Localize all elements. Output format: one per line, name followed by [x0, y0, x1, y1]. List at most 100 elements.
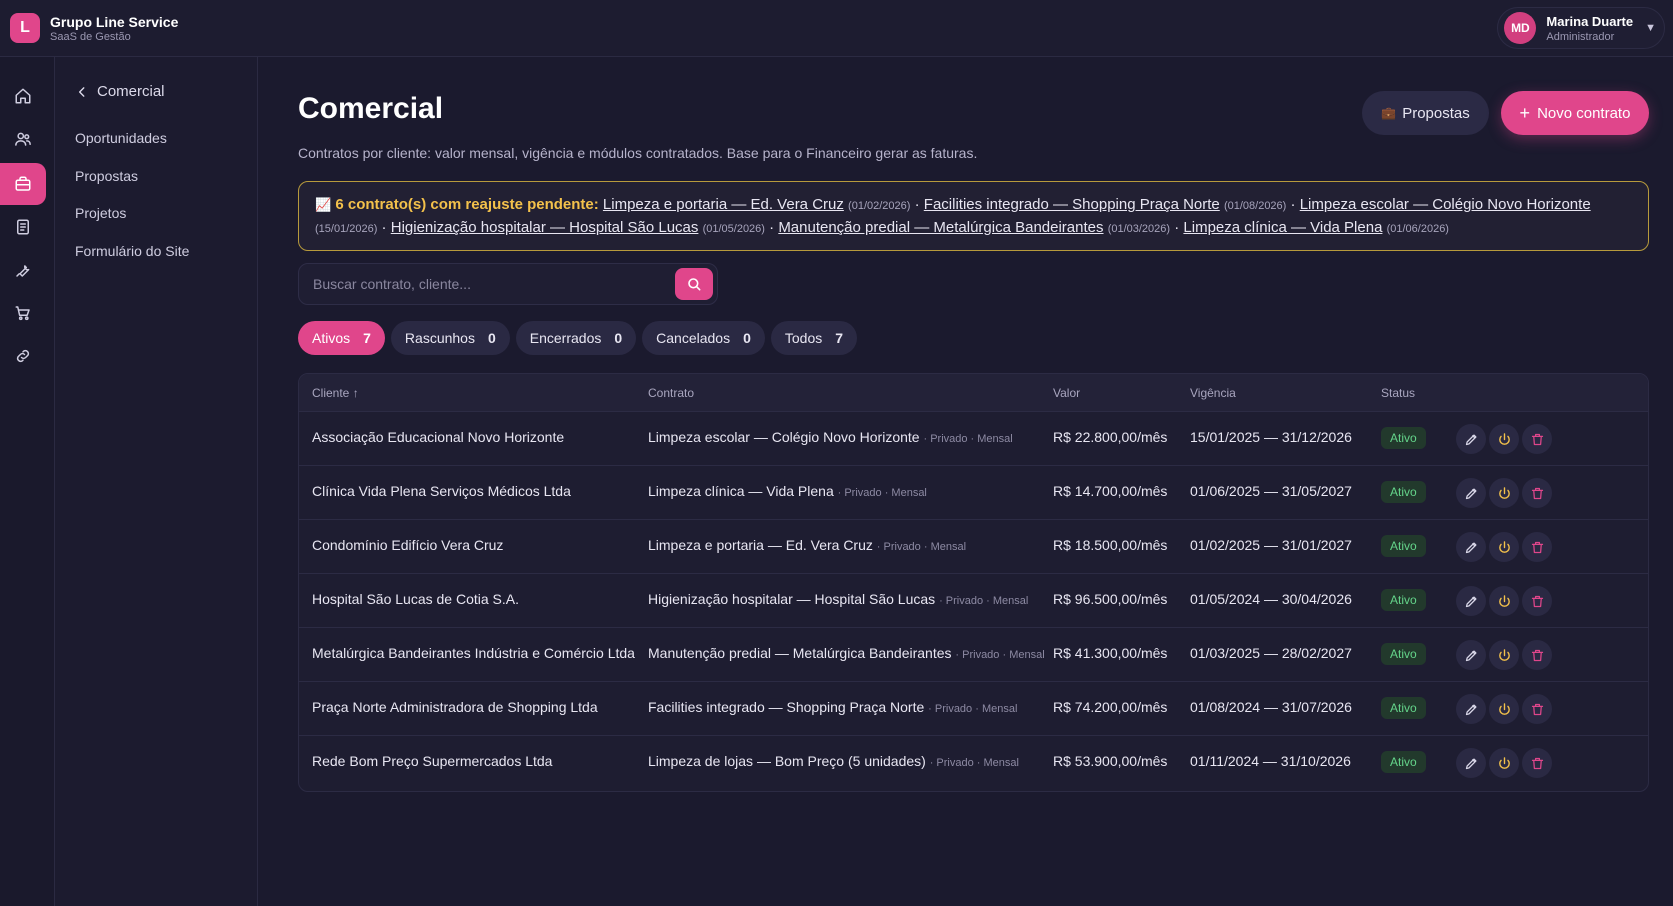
- deactivate-button[interactable]: [1489, 424, 1519, 454]
- delete-button[interactable]: [1522, 424, 1552, 454]
- contract-name: Limpeza e portaria — Ed. Vera Cruz: [648, 537, 873, 553]
- subnav-item-projects[interactable]: Projetos: [75, 205, 126, 221]
- table-row[interactable]: Condomínio Edifício Vera Cruz Limpeza e …: [299, 520, 1648, 574]
- contract-meta: · Privado · Mensal: [939, 595, 1029, 607]
- deactivate-button[interactable]: [1489, 694, 1519, 724]
- user-name: Marina Duarte: [1546, 13, 1634, 29]
- rail-item-home[interactable]: [0, 75, 46, 117]
- edit-button[interactable]: [1456, 532, 1486, 562]
- deactivate-button[interactable]: [1489, 640, 1519, 670]
- alert-link[interactable]: Manutenção predial — Metalúrgica Bandeir…: [778, 219, 1103, 236]
- contract-name: Manutenção predial — Metalúrgica Bandeir…: [648, 645, 952, 661]
- tab-count: 7: [835, 330, 844, 346]
- cell-client: Metalúrgica Bandeirantes Indústria e Com…: [312, 645, 635, 661]
- rail-item-commercial[interactable]: [0, 163, 46, 205]
- cell-contract: Manutenção predial — Metalúrgica Bandeir…: [648, 645, 1045, 661]
- table-row[interactable]: Metalúrgica Bandeirantes Indústria e Com…: [299, 628, 1648, 682]
- rail-item-documents[interactable]: [0, 206, 46, 248]
- delete-button[interactable]: [1522, 478, 1552, 508]
- tab-label: Cancelados: [656, 330, 731, 346]
- cell-term: 01/11/2024 — 31/10/2026: [1190, 753, 1351, 769]
- proposals-button[interactable]: 💼 Propostas: [1362, 91, 1489, 135]
- search-input[interactable]: [313, 264, 653, 304]
- new-contract-button[interactable]: + Novo contrato: [1501, 91, 1649, 135]
- cell-value: R$ 41.300,00/mês: [1053, 645, 1168, 661]
- power-icon: [1498, 648, 1510, 661]
- alert-link[interactable]: Limpeza e portaria — Ed. Vera Cruz: [603, 196, 844, 213]
- brand[interactable]: L Grupo Line Service SaaS de Gestão: [0, 13, 178, 43]
- tab-label: Rascunhos: [404, 330, 475, 346]
- alert-link[interactable]: Higienização hospitalar — Hospital São L…: [391, 219, 699, 236]
- cell-term: 01/06/2025 — 31/05/2027: [1190, 483, 1352, 499]
- trash-icon: [1531, 541, 1543, 553]
- edit-button[interactable]: [1456, 640, 1486, 670]
- delete-button[interactable]: [1522, 694, 1552, 724]
- table-row[interactable]: Associação Educacional Novo Horizonte Li…: [299, 412, 1648, 466]
- delete-button[interactable]: [1522, 532, 1552, 562]
- cell-value: R$ 18.500,00/mês: [1053, 537, 1168, 553]
- table-row[interactable]: Rede Bom Preço Supermercados Ltda Limpez…: [299, 736, 1648, 790]
- document-icon: [17, 219, 29, 235]
- column-header-status[interactable]: Status: [1381, 386, 1415, 400]
- tab-cancelled[interactable]: Cancelados 0: [642, 321, 765, 355]
- table-row[interactable]: Praça Norte Administradora de Shopping L…: [299, 682, 1648, 736]
- deactivate-button[interactable]: [1489, 532, 1519, 562]
- tab-label: Todos: [784, 330, 823, 346]
- brand-logo: L: [10, 13, 40, 43]
- delete-button[interactable]: [1522, 586, 1552, 616]
- deactivate-button[interactable]: [1489, 478, 1519, 508]
- delete-button[interactable]: [1522, 640, 1552, 670]
- alert-link[interactable]: Limpeza escolar — Colégio Novo Horizonte: [1300, 196, 1591, 213]
- tab-label: Encerrados: [529, 330, 602, 346]
- cell-value: R$ 96.500,00/mês: [1053, 591, 1168, 607]
- tab-active[interactable]: Ativos 7: [298, 321, 385, 355]
- edit-button[interactable]: [1456, 694, 1486, 724]
- column-header-contract[interactable]: Contrato: [648, 386, 694, 400]
- cell-term: 01/02/2025 — 31/01/2027: [1190, 537, 1352, 553]
- tab-closed[interactable]: Encerrados 0: [515, 321, 637, 355]
- column-header-client[interactable]: Cliente ↑: [312, 386, 359, 400]
- rail-item-tools[interactable]: [0, 249, 46, 291]
- edit-button[interactable]: [1456, 748, 1486, 778]
- user-menu[interactable]: MD Marina Duarte Administrador ▼: [1497, 7, 1665, 49]
- subnav-item-site-form[interactable]: Formulário do Site: [75, 243, 189, 259]
- subnav-item-opportunities[interactable]: Oportunidades: [75, 130, 167, 146]
- home-icon: [15, 88, 31, 104]
- edit-button[interactable]: [1456, 478, 1486, 508]
- rail-item-users[interactable]: [0, 118, 46, 160]
- column-header-value[interactable]: Valor: [1053, 386, 1080, 400]
- table-row[interactable]: Clínica Vida Plena Serviços Médicos Ltda…: [299, 466, 1648, 520]
- pencil-icon: [1465, 488, 1476, 499]
- cell-contract: Higienização hospitalar — Hospital São L…: [648, 591, 1028, 607]
- power-icon: [1498, 594, 1510, 607]
- table-body: Associação Educacional Novo Horizonte Li…: [299, 412, 1648, 790]
- rail-item-cart[interactable]: [0, 292, 46, 334]
- trash-icon: [1531, 703, 1543, 715]
- search-icon: [688, 278, 701, 291]
- tab-count: 0: [487, 330, 496, 346]
- search-button[interactable]: [675, 268, 713, 300]
- proposals-button-label: Propostas: [1402, 104, 1470, 122]
- deactivate-button[interactable]: [1489, 586, 1519, 616]
- rail-item-integrations[interactable]: [0, 335, 46, 377]
- subnav-back[interactable]: Comercial: [75, 83, 165, 100]
- cell-term: 01/03/2025 — 28/02/2027: [1190, 645, 1352, 661]
- alert-link[interactable]: Limpeza clínica — Vida Plena: [1183, 219, 1382, 236]
- column-header-term[interactable]: Vigência: [1190, 386, 1236, 400]
- tab-drafts[interactable]: Rascunhos 0: [390, 321, 510, 355]
- deactivate-button[interactable]: [1489, 748, 1519, 778]
- table-row[interactable]: Hospital São Lucas de Cotia S.A. Higieni…: [299, 574, 1648, 628]
- edit-button[interactable]: [1456, 424, 1486, 454]
- cell-client: Rede Bom Preço Supermercados Ltda: [312, 753, 553, 769]
- contract-name: Limpeza escolar — Colégio Novo Horizonte: [648, 429, 920, 445]
- pencil-icon: [1465, 758, 1476, 769]
- edit-button[interactable]: [1456, 586, 1486, 616]
- power-icon: [1498, 756, 1510, 769]
- power-icon: [1498, 540, 1510, 553]
- alert-link[interactable]: Facilities integrado — Shopping Praça No…: [924, 196, 1220, 213]
- cell-term: 15/01/2025 — 31/12/2026: [1190, 429, 1352, 445]
- subnav-item-proposals[interactable]: Propostas: [75, 168, 138, 184]
- contract-meta: · Privado · Mensal: [955, 649, 1045, 661]
- delete-button[interactable]: [1522, 748, 1552, 778]
- tab-all[interactable]: Todos 7: [770, 321, 858, 355]
